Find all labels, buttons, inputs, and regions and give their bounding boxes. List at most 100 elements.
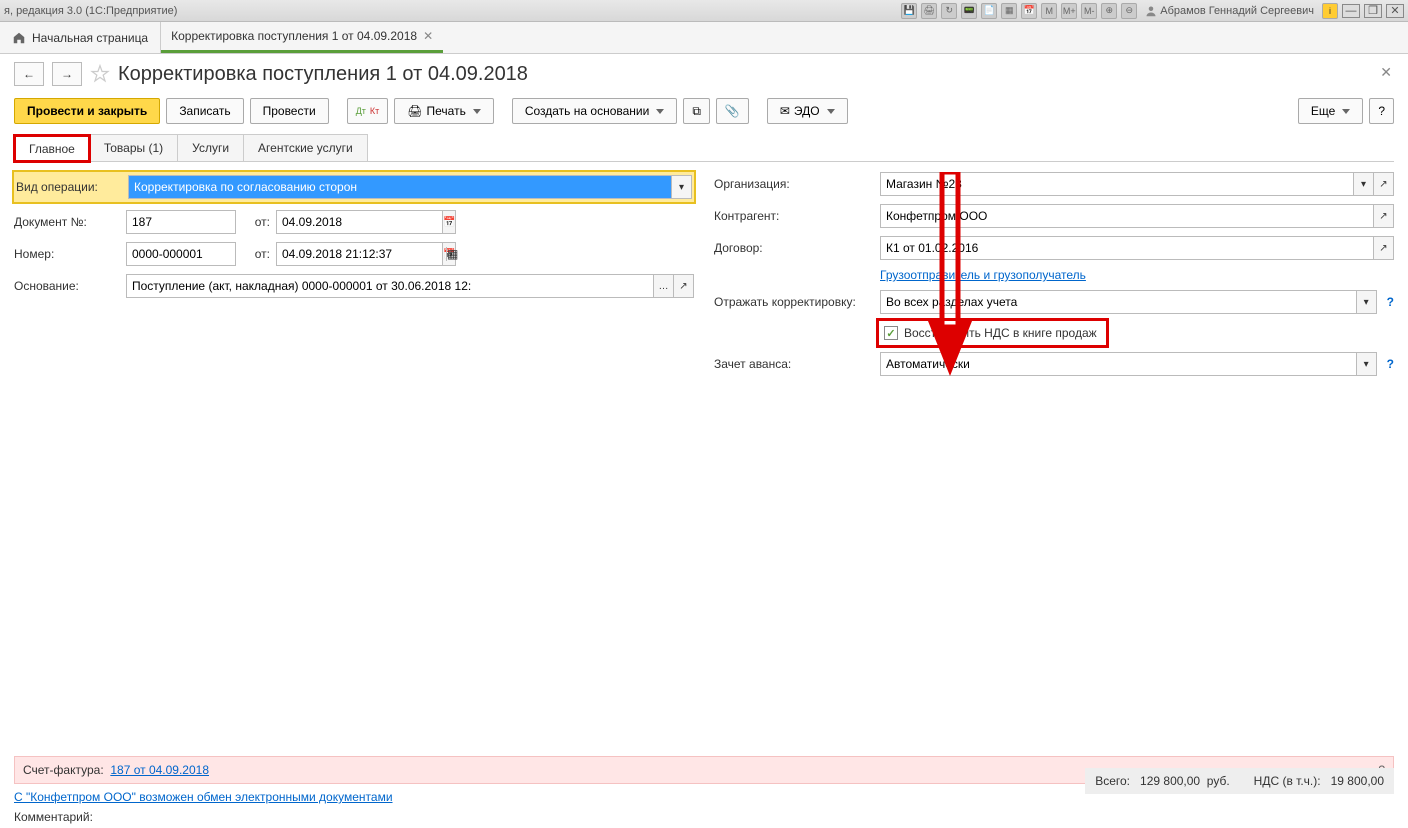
calc-icon[interactable]: 📟 — [961, 3, 977, 19]
basis-open-button[interactable]: ↗ — [674, 274, 694, 298]
grid-icon[interactable]: ▦ — [1001, 3, 1017, 19]
tab-services[interactable]: Услуги — [177, 134, 244, 161]
number-label: Номер: — [14, 247, 120, 261]
reflect-row: Отражать корректировку: ▾ ? — [714, 290, 1394, 314]
write-button[interactable]: Записать — [166, 98, 243, 124]
total-value: 129 800,00 — [1140, 774, 1200, 788]
edo-button[interactable]: ✉ЭДО — [767, 98, 848, 124]
structure-button[interactable]: ⧉ — [683, 98, 710, 124]
organization-open-button[interactable]: ↗ — [1374, 172, 1394, 196]
zoom-in-icon[interactable]: ⊕ — [1101, 3, 1117, 19]
organization-field[interactable] — [880, 172, 1354, 196]
system-titlebar: я, редакция 3.0 (1С:Предприятие) 💾 🖨 ↻ 📟… — [0, 0, 1408, 22]
print-button[interactable]: 🖨Печать — [394, 98, 494, 124]
invoice-link[interactable]: 187 от 04.09.2018 — [110, 763, 209, 777]
tab-main[interactable]: Главное — [14, 135, 90, 162]
comment-label: Комментарий: — [14, 810, 93, 824]
basis-row: Основание: … ↗ — [14, 274, 694, 298]
toolbar: Провести и закрыть Записать Провести ДтК… — [0, 94, 1408, 134]
edo-link[interactable]: С "Конфетпром ООО" возможен обмен электр… — [14, 790, 393, 804]
home-icon — [12, 31, 26, 45]
operation-type-row: Вид операции: ▾ — [14, 172, 694, 202]
create-based-button[interactable]: Создать на основании — [512, 98, 678, 124]
counterparty-row: Контрагент: ↗ — [714, 204, 1394, 228]
organization-label: Организация: — [714, 177, 874, 191]
refresh-icon[interactable]: ↻ — [941, 3, 957, 19]
operation-type-dropdown-button[interactable]: ▾ — [672, 175, 692, 199]
advance-help-icon[interactable]: ? — [1387, 357, 1394, 371]
basis-more-button[interactable]: … — [654, 274, 674, 298]
number-extra-button[interactable]: ▦ — [446, 247, 458, 261]
contract-row: Договор: ↗ — [714, 236, 1394, 260]
counterparty-field[interactable] — [880, 204, 1374, 228]
nav-back-button[interactable]: ← — [14, 62, 44, 86]
counterparty-open-button[interactable]: ↗ — [1374, 204, 1394, 228]
user-indicator[interactable]: Абрамов Геннадий Сергеевич — [1141, 5, 1318, 17]
reflect-dropdown-button[interactable]: ▾ — [1357, 290, 1377, 314]
tab-home-label: Начальная страница — [32, 31, 148, 45]
form-right-column: Организация: ▾ ↗ Контрагент: ↗ Договор: … — [714, 172, 1394, 384]
number-field[interactable] — [126, 242, 236, 266]
person-icon — [1145, 5, 1157, 17]
app-title: я, редакция 3.0 (1С:Предприятие) — [4, 5, 177, 17]
zoom-out-icon[interactable]: ⊖ — [1121, 3, 1137, 19]
advance-label: Зачет аванса: — [714, 357, 874, 371]
basis-field[interactable] — [126, 274, 654, 298]
contract-open-button[interactable]: ↗ — [1374, 236, 1394, 260]
doc-icon[interactable]: 📄 — [981, 3, 997, 19]
restore-vat-highlight: ✓ Восстановить НДС в книге продаж — [880, 322, 1105, 344]
doc-date-field[interactable] — [276, 210, 443, 234]
shipper-link[interactable]: Грузоотправитель и грузополучатель — [880, 268, 1086, 282]
number-datetime-field[interactable] — [276, 242, 443, 266]
attach-button[interactable]: 📎 — [716, 98, 749, 124]
totals-bar: Всего: 129 800,00 руб. НДС (в т.ч.): 19 … — [1085, 768, 1394, 794]
restore-vat-label: Восстановить НДС в книге продаж — [904, 326, 1097, 340]
printer-icon: 🖨 — [407, 104, 422, 118]
operation-type-field[interactable] — [128, 175, 672, 199]
restore-vat-checkbox[interactable]: ✓ Восстановить НДС в книге продаж — [884, 326, 1097, 340]
vat-value: 19 800,00 — [1331, 774, 1384, 788]
minimize-button[interactable]: — — [1342, 4, 1360, 18]
more-button[interactable]: Еще — [1298, 98, 1363, 124]
total-label: Всего: — [1095, 774, 1130, 788]
reflect-help-icon[interactable]: ? — [1387, 295, 1394, 309]
tab-home[interactable]: Начальная страница — [0, 22, 161, 53]
doc-number-label: Документ №: — [14, 215, 120, 229]
reflect-field[interactable] — [880, 290, 1357, 314]
number-row: Номер: от: 📅 ▦ — [14, 242, 694, 266]
mminus-icon[interactable]: M- — [1081, 3, 1097, 19]
contract-label: Договор: — [714, 241, 874, 255]
nav-forward-button[interactable]: → — [52, 62, 82, 86]
tab-goods[interactable]: Товары (1) — [89, 134, 178, 161]
main-form: Вид операции: ▾ Документ №: от: 📅 Номер:… — [0, 162, 1408, 394]
calendar-icon[interactable]: 📅 — [1021, 3, 1037, 19]
mplus-icon[interactable]: M+ — [1061, 3, 1077, 19]
tab-close-icon[interactable]: ✕ — [423, 29, 433, 43]
help-button[interactable]: ? — [1369, 98, 1394, 124]
tab-agent-services[interactable]: Агентские услуги — [243, 134, 368, 161]
advance-dropdown-button[interactable]: ▾ — [1357, 352, 1377, 376]
organization-dropdown-button[interactable]: ▾ — [1354, 172, 1374, 196]
contract-field[interactable] — [880, 236, 1374, 260]
form-left-column: Вид операции: ▾ Документ №: от: 📅 Номер:… — [14, 172, 694, 384]
page-title: Корректировка поступления 1 от 04.09.201… — [118, 63, 528, 86]
tab-document[interactable]: Корректировка поступления 1 от 04.09.201… — [161, 22, 443, 53]
print-icon[interactable]: 🖨 — [921, 3, 937, 19]
close-button[interactable]: ✕ — [1386, 4, 1404, 18]
page-close-button[interactable]: ✕ — [1380, 64, 1392, 81]
save-icon[interactable]: 💾 — [901, 3, 917, 19]
window-tabs: Начальная страница Корректировка поступл… — [0, 22, 1408, 54]
reflect-label: Отражать корректировку: — [714, 295, 874, 309]
maximize-button[interactable]: ❐ — [1364, 4, 1382, 18]
m-icon[interactable]: M — [1041, 3, 1057, 19]
favorite-star-icon[interactable] — [90, 64, 110, 84]
post-button[interactable]: Провести — [250, 98, 329, 124]
document-tabs: Главное Товары (1) Услуги Агентские услу… — [14, 134, 1394, 162]
post-and-close-button[interactable]: Провести и закрыть — [14, 98, 160, 124]
info-icon[interactable]: i — [1322, 3, 1338, 19]
counterparty-label: Контрагент: — [714, 209, 874, 223]
advance-field[interactable] — [880, 352, 1357, 376]
doc-number-field[interactable] — [126, 210, 236, 234]
dtkt-button[interactable]: ДтКт — [347, 98, 389, 124]
doc-date-calendar-button[interactable]: 📅 — [443, 210, 456, 234]
